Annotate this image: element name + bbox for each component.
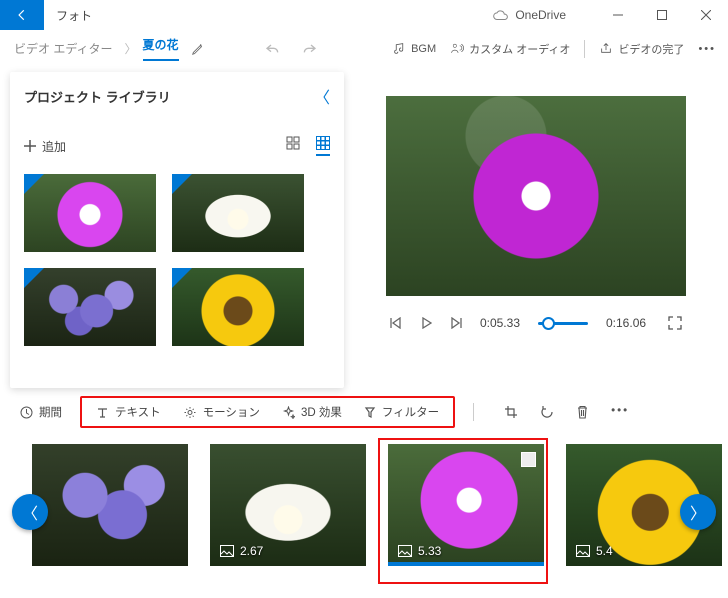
play-button[interactable] bbox=[420, 317, 432, 329]
maximize-button[interactable] bbox=[640, 0, 684, 30]
crop-icon bbox=[504, 405, 518, 419]
header-right-tools: BGM カスタム オーディオ ビデオの完了 ••• bbox=[393, 40, 716, 58]
pencil-icon bbox=[191, 42, 205, 56]
divider bbox=[473, 403, 474, 421]
used-indicator bbox=[172, 174, 192, 194]
sparkle-icon bbox=[282, 406, 295, 419]
main-area: プロジェクト ライブラリ 〈 追加 bbox=[0, 68, 728, 388]
more-storyboard-button[interactable]: ••• bbox=[611, 405, 629, 419]
scroll-next-button[interactable]: 〉 bbox=[680, 494, 716, 530]
redo-button[interactable] bbox=[293, 38, 325, 60]
bgm-button[interactable]: BGM bbox=[393, 42, 436, 55]
duration-button[interactable]: 期間 bbox=[20, 404, 62, 420]
large-grid-view-button[interactable] bbox=[316, 136, 330, 156]
project-library-panel: プロジェクト ライブラリ 〈 追加 bbox=[10, 72, 344, 388]
header-bar: ビデオ エディター 〉 夏の花 BGM カスタム オーディオ ビデオの完了 ••… bbox=[0, 30, 728, 68]
finish-video-button[interactable]: ビデオの完了 bbox=[599, 41, 684, 57]
minimize-button[interactable] bbox=[596, 0, 640, 30]
current-time: 0:05.33 bbox=[480, 316, 520, 330]
used-indicator bbox=[24, 268, 44, 288]
text-button[interactable]: テキスト bbox=[96, 404, 161, 420]
clip-duration: 5.4 bbox=[596, 544, 613, 558]
rotate-icon bbox=[540, 405, 554, 419]
clip-duration: 2.67 bbox=[240, 544, 263, 558]
plus-icon bbox=[24, 140, 36, 152]
skip-back-icon bbox=[390, 317, 402, 329]
video-preview[interactable] bbox=[386, 96, 686, 296]
more-button[interactable]: ••• bbox=[698, 43, 716, 55]
breadcrumb-current[interactable]: 夏の花 bbox=[143, 36, 179, 61]
storyboard-clip[interactable]: 2.67 bbox=[210, 444, 366, 566]
arrow-left-icon bbox=[15, 8, 29, 22]
add-media-button[interactable]: 追加 bbox=[24, 138, 66, 155]
highlighted-tools: テキスト モーション 3D 効果 フィルター bbox=[80, 396, 455, 428]
library-item[interactable] bbox=[24, 174, 156, 252]
storyboard-clip[interactable] bbox=[32, 444, 188, 566]
library-title: プロジェクト ライブラリ bbox=[24, 87, 314, 106]
scroll-prev-button[interactable]: 〈 bbox=[12, 494, 48, 530]
trash-icon bbox=[576, 405, 589, 419]
seek-head[interactable] bbox=[542, 317, 555, 330]
grid-large-icon bbox=[316, 136, 330, 150]
storyboard-toolbar: 期間 テキスト モーション 3D 効果 フィルター ••• bbox=[0, 390, 728, 434]
crop-button[interactable] bbox=[504, 405, 518, 419]
close-button[interactable] bbox=[684, 0, 728, 30]
undo-button[interactable] bbox=[257, 38, 289, 60]
seek-bar[interactable] bbox=[538, 322, 588, 325]
fullscreen-button[interactable] bbox=[668, 316, 682, 330]
onedrive-status[interactable]: OneDrive bbox=[493, 8, 566, 22]
text-icon bbox=[96, 406, 109, 419]
library-grid bbox=[24, 174, 330, 346]
breadcrumb-root[interactable]: ビデオ エディター bbox=[8, 36, 119, 61]
library-item[interactable] bbox=[172, 268, 304, 346]
undo-icon bbox=[265, 42, 281, 56]
app-title: フォト bbox=[44, 7, 92, 24]
image-icon bbox=[576, 545, 590, 557]
skip-forward-icon bbox=[450, 317, 462, 329]
total-time: 0:16.06 bbox=[606, 316, 646, 330]
image-icon bbox=[220, 545, 234, 557]
person-audio-icon bbox=[450, 42, 464, 55]
filter-icon bbox=[364, 406, 376, 419]
clock-icon bbox=[20, 406, 33, 419]
back-button[interactable] bbox=[0, 0, 44, 30]
prev-frame-button[interactable] bbox=[390, 317, 402, 329]
play-icon bbox=[420, 317, 432, 329]
motion-icon bbox=[183, 406, 197, 419]
used-indicator bbox=[24, 174, 44, 194]
library-item[interactable] bbox=[24, 268, 156, 346]
divider bbox=[584, 40, 585, 58]
title-bar: フォト OneDrive bbox=[0, 0, 728, 30]
clip-checkbox[interactable] bbox=[521, 452, 536, 467]
storyboard: 2.67 5.33 5.4 〈 〉 bbox=[0, 434, 728, 598]
library-item[interactable] bbox=[172, 174, 304, 252]
music-icon bbox=[393, 42, 406, 55]
used-indicator bbox=[172, 268, 192, 288]
next-frame-button[interactable] bbox=[450, 317, 462, 329]
cloud-icon bbox=[493, 10, 509, 21]
motion-button[interactable]: モーション bbox=[183, 404, 260, 420]
list-view-button[interactable] bbox=[286, 136, 300, 156]
rotate-button[interactable] bbox=[540, 405, 554, 419]
filter-button[interactable]: フィルター bbox=[364, 404, 439, 420]
expand-icon bbox=[668, 316, 682, 330]
chevron-right-icon: 〉 bbox=[123, 40, 139, 57]
playback-controls: 0:05.33 0:16.06 bbox=[390, 316, 682, 330]
preview-pane: 0:05.33 0:16.06 bbox=[344, 68, 728, 388]
export-icon bbox=[599, 42, 613, 55]
grid-small-icon bbox=[286, 136, 300, 150]
3d-effects-button[interactable]: 3D 効果 bbox=[282, 404, 342, 420]
collapse-library-button[interactable]: 〈 bbox=[314, 84, 330, 108]
redo-icon bbox=[301, 42, 317, 56]
storyboard-clip-selected[interactable]: 5.33 bbox=[388, 444, 544, 566]
edit-button[interactable] bbox=[183, 38, 213, 60]
custom-audio-button[interactable]: カスタム オーディオ bbox=[450, 41, 570, 57]
delete-button[interactable] bbox=[576, 405, 589, 419]
